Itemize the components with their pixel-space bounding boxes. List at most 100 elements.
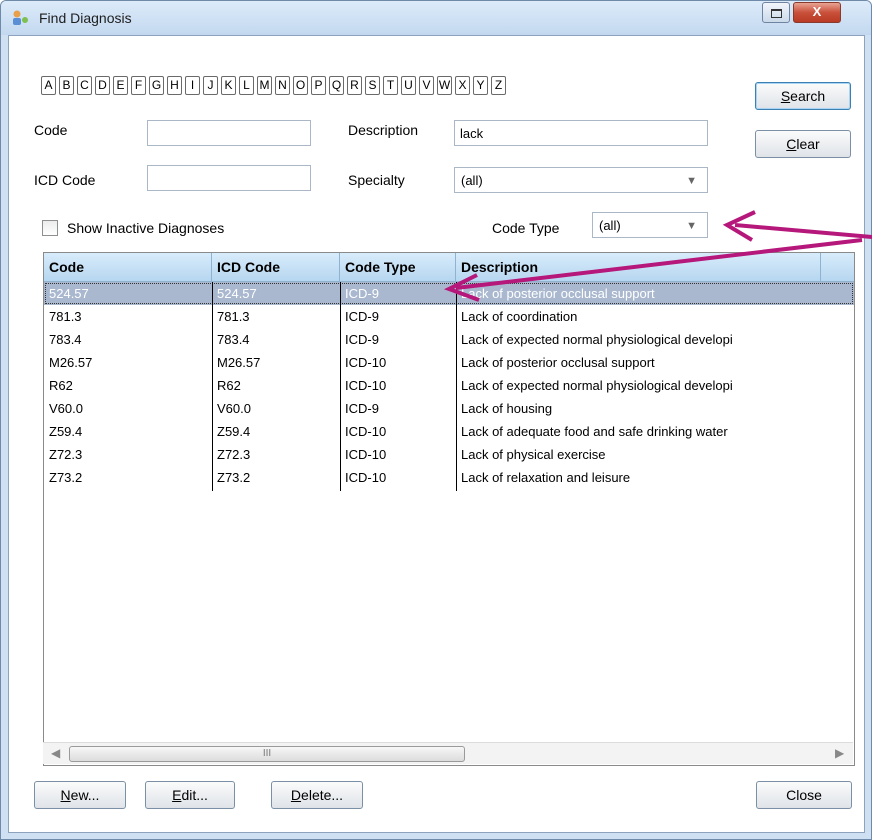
letter-filter-b[interactable]: B: [59, 76, 74, 95]
letter-filter-c[interactable]: C: [77, 76, 92, 95]
cell-code: 783.4: [49, 332, 82, 347]
title-bar[interactable]: Find Diagnosis X: [1, 1, 871, 35]
specialty-value: (all): [461, 173, 483, 188]
cell-code-type: ICD-9: [345, 309, 379, 324]
column-header-code[interactable]: Code: [44, 253, 212, 281]
specialty-select[interactable]: (all) ▼: [454, 167, 708, 193]
letter-filter-a[interactable]: A: [41, 76, 56, 95]
letter-filter-d[interactable]: D: [95, 76, 110, 95]
letter-filter-m[interactable]: M: [257, 76, 272, 95]
column-header-description[interactable]: Description: [456, 253, 821, 281]
letter-filter-e[interactable]: E: [113, 76, 128, 95]
dropdown-arrow-icon: ▼: [686, 220, 697, 232]
cell-code: Z72.3: [49, 447, 83, 462]
letter-filter-i[interactable]: I: [185, 76, 200, 95]
cell-icd-code: Z59.4: [217, 424, 251, 439]
letter-filter-t[interactable]: T: [383, 76, 398, 95]
search-mnemonic: S: [780, 88, 791, 104]
cell-code-type: ICD-9: [345, 332, 379, 347]
close-window-button[interactable]: X: [793, 2, 841, 23]
delete-button[interactable]: Delete...: [271, 781, 363, 809]
code-label: Code: [34, 122, 68, 138]
cell-description: Lack of posterior occlusal support: [461, 286, 655, 301]
new-mnemonic: N: [60, 787, 71, 803]
letter-filter-f[interactable]: F: [131, 76, 146, 95]
diagnosis-app-icon: [13, 10, 28, 25]
diagnosis-table[interactable]: Code ICD Code Code Type Description 524.…: [43, 252, 855, 766]
code-type-select[interactable]: (all) ▼: [592, 212, 708, 238]
cell-code: Z73.2: [49, 470, 83, 485]
letter-filter-n[interactable]: N: [275, 76, 290, 95]
cell-code-type: ICD-10: [345, 378, 387, 393]
letter-filter-k[interactable]: K: [221, 76, 236, 95]
letter-filter-r[interactable]: R: [347, 76, 362, 95]
cell-icd-code: 783.4: [217, 332, 250, 347]
letter-filter-v[interactable]: V: [419, 76, 434, 95]
edit-button[interactable]: Edit...: [145, 781, 235, 809]
description-label: Description: [348, 122, 419, 138]
code-type-value: (all): [599, 218, 621, 233]
table-row[interactable]: V60.0 V60.0 ICD-9 Lack of housing: [44, 397, 854, 420]
table-row[interactable]: Z73.2 Z73.2 ICD-10 Lack of relaxation and l…: [44, 466, 854, 489]
table-row[interactable]: Z72.3 Z72.3 ICD-10 Lack of physical exercis…: [44, 443, 854, 466]
clear-label: lear: [796, 136, 820, 152]
letter-filter-j[interactable]: J: [203, 76, 218, 95]
delete-mnemonic: D: [290, 787, 302, 803]
cell-icd-code: V60.0: [217, 401, 251, 416]
column-divider: [456, 282, 457, 491]
cell-code: V60.0: [49, 401, 83, 416]
show-inactive-checkbox[interactable]: [42, 220, 58, 236]
clear-mnemonic: C: [786, 136, 797, 152]
cell-description: Lack of expected normal physiological de…: [461, 332, 733, 347]
scroll-left-icon[interactable]: ◀: [51, 746, 60, 760]
table-row[interactable]: 781.3 781.3 ICD-9 Lack of coordination: [44, 305, 854, 328]
letter-filter-s[interactable]: S: [365, 76, 380, 95]
scroll-right-icon[interactable]: ▶: [835, 746, 844, 760]
find-diagnosis-window: Find Diagnosis X ABCDEFGHIJKLMNOPQRSTUVW…: [0, 0, 872, 840]
cell-code-type: ICD-10: [345, 470, 387, 485]
column-header-code-type[interactable]: Code Type: [340, 253, 456, 281]
cell-code: 781.3: [49, 309, 82, 324]
cell-icd-code: 781.3: [217, 309, 250, 324]
code-input[interactable]: [147, 120, 311, 146]
icd-code-input[interactable]: [147, 165, 311, 191]
close-button[interactable]: Close: [756, 781, 852, 809]
cell-icd-code: R62: [217, 378, 241, 393]
cell-icd-code: 524.57: [217, 286, 257, 301]
table-row[interactable]: 524.57 524.57 ICD-9 Lack of posterior occlu…: [44, 282, 854, 305]
letter-filter-g[interactable]: G: [149, 76, 164, 95]
horizontal-scrollbar[interactable]: ◀ III ▶: [43, 742, 853, 764]
cell-description: Lack of relaxation and leisure: [461, 470, 631, 485]
cell-description: Lack of housing: [461, 401, 553, 416]
table-row[interactable]: 783.4 783.4 ICD-9 Lack of expected normal p…: [44, 328, 854, 351]
description-input[interactable]: lack: [454, 120, 708, 146]
column-header-icd-code[interactable]: ICD Code: [212, 253, 340, 281]
icd-code-label: ICD Code: [34, 172, 96, 188]
code-type-label: Code Type: [492, 220, 560, 236]
search-button[interactable]: Search: [755, 82, 851, 110]
letter-filter-w[interactable]: W: [437, 76, 452, 95]
letter-filter-o[interactable]: O: [293, 76, 308, 95]
clear-button[interactable]: Clear: [755, 130, 851, 158]
letter-filter-u[interactable]: U: [401, 76, 416, 95]
table-row[interactable]: Z59.4 Z59.4 ICD-10 Lack of adequate food an…: [44, 420, 854, 443]
letter-filter-p[interactable]: P: [311, 76, 326, 95]
column-divider: [340, 282, 341, 491]
new-label: ew...: [70, 787, 100, 803]
letter-filter-z[interactable]: Z: [491, 76, 506, 95]
table-row[interactable]: M26.57 M26.57 ICD-10 Lack of posterior occl…: [44, 351, 854, 374]
cell-code-type: ICD-9: [345, 286, 379, 301]
letter-filter-q[interactable]: Q: [329, 76, 344, 95]
letter-filter-h[interactable]: H: [167, 76, 182, 95]
scrollbar-thumb[interactable]: III: [69, 746, 465, 762]
table-row[interactable]: R62 R62 ICD-10 Lack of expected normal phys…: [44, 374, 854, 397]
minimize-button[interactable]: [762, 2, 790, 23]
cell-icd-code: M26.57: [217, 355, 261, 370]
new-button[interactable]: New...: [34, 781, 126, 809]
cell-code: R62: [49, 378, 73, 393]
dialog-body: ABCDEFGHIJKLMNOPQRSTUVWXYZ Code Descript…: [8, 35, 865, 833]
letter-filter-l[interactable]: L: [239, 76, 254, 95]
letter-filter-x[interactable]: X: [455, 76, 470, 95]
letter-filter-y[interactable]: Y: [473, 76, 488, 95]
cell-description: Lack of posterior occlusal support: [461, 355, 655, 370]
